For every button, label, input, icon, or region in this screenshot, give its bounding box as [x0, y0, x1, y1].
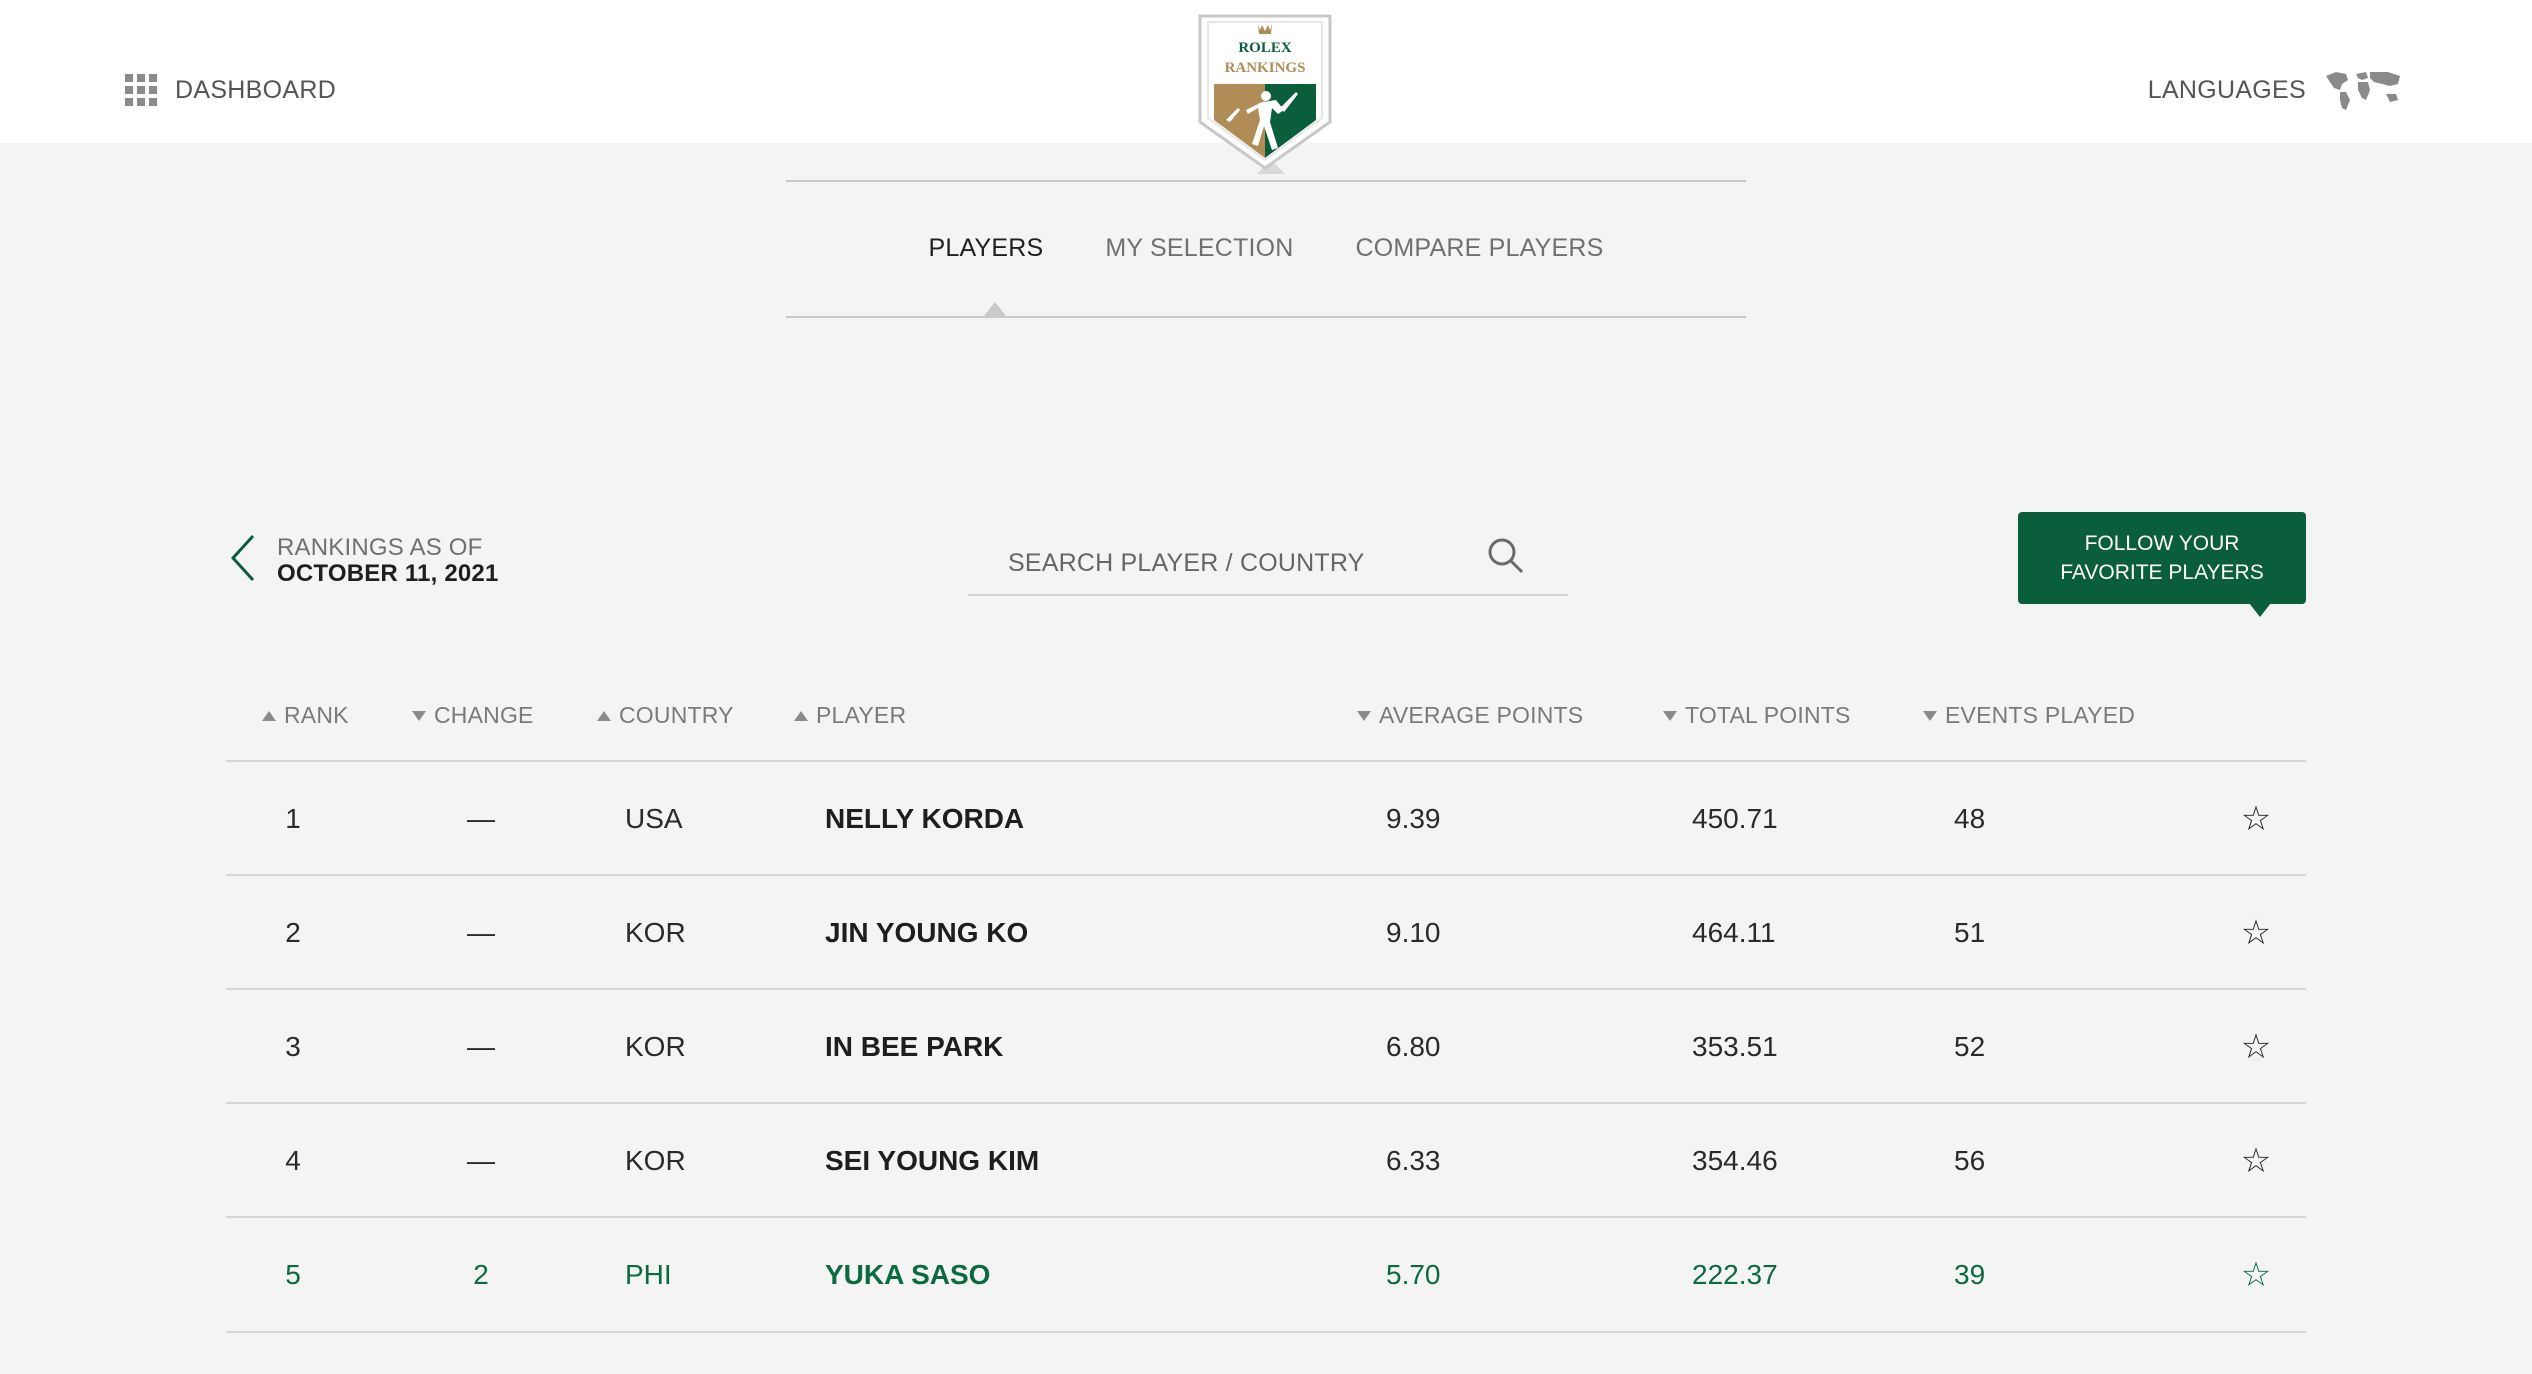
change-cell: —: [467, 802, 495, 834]
sort-down-icon: [1357, 710, 1371, 721]
country-cell: KOR: [625, 1144, 686, 1176]
country-cell: PHI: [625, 1258, 672, 1290]
column-header-player[interactable]: PLAYER: [794, 702, 906, 729]
column-header-total-points[interactable]: TOTAL POINTS: [1663, 702, 1851, 729]
star-icon: ☆: [2240, 1141, 2272, 1180]
world-map-icon: [2326, 72, 2400, 110]
sort-down-icon: [1923, 710, 1937, 721]
tab-my-selection[interactable]: MY SELECTION: [1105, 234, 1293, 263]
rank-cell: 3: [285, 1030, 301, 1062]
sort-up-icon: [794, 710, 808, 721]
column-header-events-played[interactable]: EVENTS PLAYED: [1923, 702, 2135, 729]
rankings-as-of-label: RANKINGS AS OF: [277, 534, 483, 561]
sort-down-icon: [412, 710, 426, 721]
events-played-cell: 39: [1954, 1258, 1986, 1290]
events-played-cell: 51: [1954, 916, 1986, 948]
dashboard-button[interactable]: DASHBOARD: [125, 72, 336, 108]
table-row[interactable]: 3 — KOR IN BEE PARK 6.80 353.51 52 ☆: [226, 988, 2306, 1103]
grid-icon: [125, 74, 157, 106]
star-icon: ☆: [2240, 1255, 2272, 1294]
rank-cell: 2: [285, 916, 301, 948]
sort-down-icon: [1663, 710, 1677, 721]
search-box: [968, 530, 1568, 596]
tab-players[interactable]: PLAYERS: [929, 234, 1044, 263]
dashboard-label: DASHBOARD: [175, 75, 337, 104]
active-tab-indicator: [984, 302, 1006, 316]
average-points-cell: 9.10: [1386, 916, 1441, 948]
country-cell: KOR: [625, 916, 686, 948]
search-input[interactable]: [1006, 544, 1490, 582]
total-points-cell: 222.37: [1692, 1258, 1778, 1290]
follow-line1: FOLLOW YOUR: [2084, 532, 2240, 555]
rolex-rankings-logo[interactable]: ROLEX RANKINGS: [1196, 10, 1334, 172]
country-cell: USA: [625, 802, 683, 834]
star-icon: ☆: [2240, 799, 2272, 838]
favorite-star-button[interactable]: ☆: [2236, 876, 2276, 989]
follow-tooltip-tail: [2249, 603, 2271, 617]
total-points-cell: 354.46: [1692, 1144, 1778, 1176]
column-header-change[interactable]: CHANGE: [412, 702, 534, 729]
average-points-cell: 6.33: [1386, 1144, 1441, 1176]
player-name-cell[interactable]: YUKA SASO: [825, 1218, 990, 1331]
column-header-country[interactable]: COUNTRY: [597, 702, 734, 729]
average-points-cell: 9.39: [1386, 802, 1441, 834]
sort-up-icon: [262, 710, 276, 721]
change-cell: 2: [473, 1258, 489, 1290]
rank-cell: 1: [285, 802, 301, 834]
rankings-date: OCTOBER 11, 2021: [277, 560, 499, 587]
favorite-star-button[interactable]: ☆: [2236, 762, 2276, 875]
sort-up-icon: [597, 710, 611, 721]
rank-cell: 5: [285, 1258, 301, 1290]
rank-cell: 4: [285, 1144, 301, 1176]
star-icon: ☆: [2240, 1027, 2272, 1066]
average-points-cell: 5.70: [1386, 1258, 1441, 1290]
table-row[interactable]: 4 — KOR SEI YOUNG KIM 6.33 354.46 56 ☆: [226, 1102, 2306, 1217]
table-row[interactable]: 1 — USA NELLY KORDA 9.39 450.71 48 ☆: [226, 760, 2306, 875]
favorite-star-button[interactable]: ☆: [2236, 1218, 2276, 1331]
tab-compare-players[interactable]: COMPARE PLAYERS: [1356, 234, 1604, 263]
search-icon[interactable]: [1486, 536, 1526, 576]
star-icon: ☆: [2240, 913, 2272, 952]
player-name-cell[interactable]: IN BEE PARK: [825, 990, 1003, 1103]
player-name-cell[interactable]: NELLY KORDA: [825, 762, 1024, 875]
languages-button[interactable]: LANGUAGES: [2148, 68, 2404, 112]
change-cell: —: [467, 1144, 495, 1176]
follow-favorites-button[interactable]: FOLLOW YOUR FAVORITE PLAYERS: [2018, 512, 2306, 604]
total-points-cell: 353.51: [1692, 1030, 1778, 1062]
events-played-cell: 56: [1954, 1144, 1986, 1176]
player-name-cell[interactable]: JIN YOUNG KO: [825, 876, 1028, 989]
languages-label: LANGUAGES: [2147, 75, 2306, 104]
table-row[interactable]: 2 — KOR JIN YOUNG KO 9.10 464.11 51 ☆: [226, 874, 2306, 989]
change-cell: —: [467, 916, 495, 948]
column-header-average-points[interactable]: AVERAGE POINTS: [1357, 702, 1583, 729]
follow-line2: FAVORITE PLAYERS: [2060, 561, 2264, 584]
average-points-cell: 6.80: [1386, 1030, 1441, 1062]
player-name-cell[interactable]: SEI YOUNG KIM: [825, 1104, 1039, 1217]
total-points-cell: 464.11: [1692, 916, 1776, 948]
table-row[interactable]: 5 2 PHI YUKA SASO 5.70 222.37 39 ☆: [226, 1216, 2306, 1333]
svg-text:ROLEX: ROLEX: [1238, 40, 1292, 56]
chevron-left-icon[interactable]: [228, 532, 258, 584]
svg-text:RANKINGS: RANKINGS: [1225, 60, 1306, 76]
favorite-star-button[interactable]: ☆: [2236, 990, 2276, 1103]
column-header-rank[interactable]: RANK: [262, 702, 349, 729]
total-points-cell: 450.71: [1692, 802, 1778, 834]
change-cell: —: [467, 1030, 495, 1062]
nav-divider-bottom: [786, 316, 1746, 318]
table-header: RANK CHANGE COUNTRY PLAYER AVERAGE POINT…: [226, 690, 2306, 760]
country-cell: KOR: [625, 1030, 686, 1062]
events-played-cell: 48: [1954, 802, 1986, 834]
main-tabs: PLAYERS MY SELECTION COMPARE PLAYERS: [786, 180, 1746, 316]
favorite-star-button[interactable]: ☆: [2236, 1104, 2276, 1217]
events-played-cell: 52: [1954, 1030, 1986, 1062]
